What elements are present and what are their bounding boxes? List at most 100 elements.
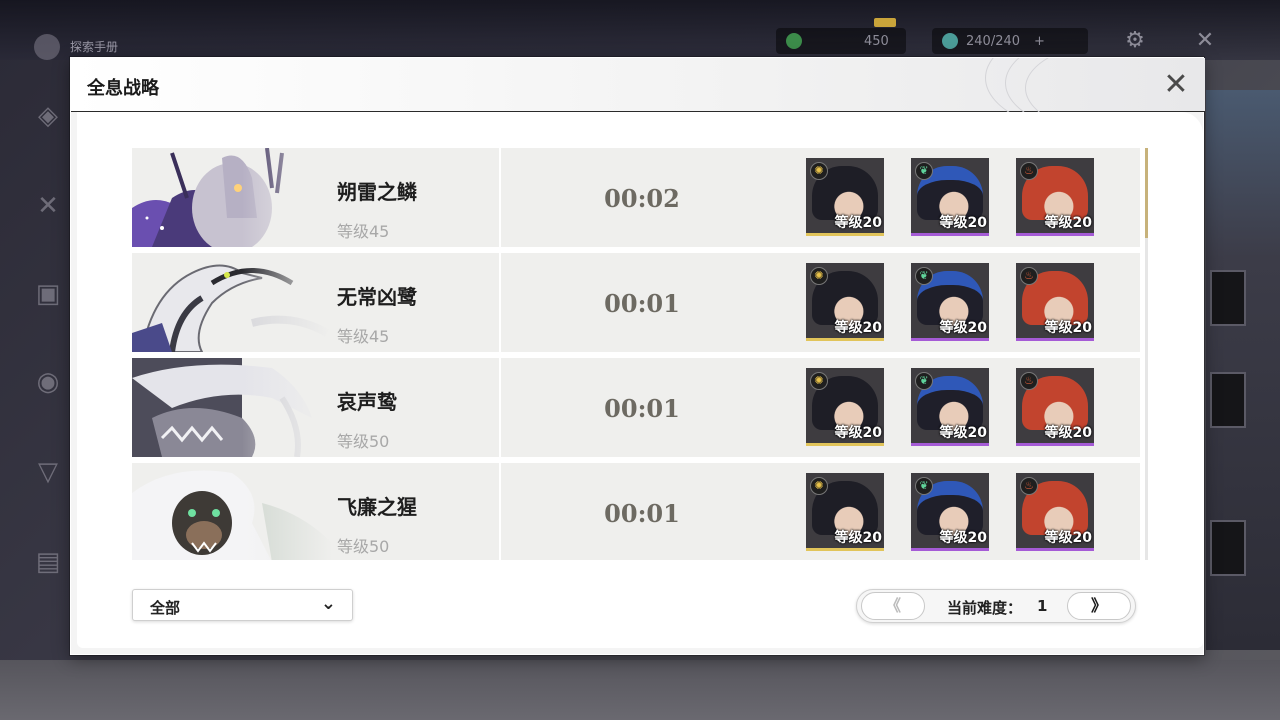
- background-card: [1210, 270, 1246, 326]
- team-member-spectro[interactable]: ✺ 等级20: [806, 473, 884, 551]
- map-icon[interactable]: ◈: [30, 98, 66, 134]
- fusion-element-icon: ♨: [1020, 372, 1038, 390]
- filter-dropdown[interactable]: 全部 ⌄: [132, 589, 353, 621]
- boss-portrait: [132, 358, 332, 457]
- team-member-fusion[interactable]: ♨ 等级20: [1016, 473, 1094, 551]
- settings-icon[interactable]: ⚙: [1122, 28, 1148, 54]
- member-level: 等级20: [939, 425, 987, 441]
- dialog-title: 全息战略: [87, 78, 159, 99]
- boss-name: 哀声鸷: [337, 390, 397, 414]
- chevron-right-icon: 》: [1090, 596, 1107, 615]
- home-label: 探索手册: [70, 40, 119, 54]
- archive-icon[interactable]: ▤: [30, 544, 66, 580]
- boss-level: 等级45: [337, 222, 390, 241]
- previous-difficulty-button[interactable]: 《: [861, 592, 925, 620]
- boss-name: 朔雷之鳞: [337, 180, 417, 204]
- currency-badge: [874, 18, 896, 27]
- member-level: 等级20: [1044, 530, 1092, 546]
- background-top-bar: 探索手册 450 240/240 + ⚙ ✕: [0, 0, 1280, 60]
- member-level: 等级20: [834, 215, 882, 231]
- member-level: 等级20: [1044, 215, 1092, 231]
- boss-name: 无常凶鹭: [337, 285, 417, 309]
- row-divider: [499, 463, 501, 560]
- record-row[interactable]: 飞廉之猩 等级50 00:01 ✺ 等级20 ❦ 等级20 ♨ 等级20: [132, 463, 1140, 560]
- stamina-plus[interactable]: +: [1034, 34, 1045, 49]
- boss-level: 等级50: [337, 537, 390, 556]
- boss-portrait: [132, 148, 332, 247]
- row-divider: [499, 253, 501, 352]
- background-card: [1210, 520, 1246, 576]
- difficulty-label: 当前难度：: [947, 599, 1023, 617]
- close-menu-icon[interactable]: ✕: [1192, 28, 1218, 54]
- spectro-element-icon: ✺: [810, 162, 828, 180]
- record-row[interactable]: 哀声鸷 等级50 00:01 ✺ 等级20 ❦ 等级20 ♨ 等级20: [132, 358, 1140, 457]
- currency-icon: [786, 33, 802, 49]
- team-member-spectro[interactable]: ✺ 等级20: [806, 263, 884, 341]
- combat-icon[interactable]: ✕: [30, 188, 66, 224]
- inventory-icon[interactable]: ▣: [30, 276, 66, 312]
- team-member-fusion[interactable]: ♨ 等级20: [1016, 158, 1094, 236]
- next-difficulty-button[interactable]: 》: [1067, 592, 1131, 620]
- record-list[interactable]: 朔雷之鳞 等级45 00:02 ✺ 等级20 ❦ 等级20 ♨ 等级20 无常凶…: [132, 148, 1140, 560]
- member-level: 等级20: [1044, 320, 1092, 336]
- member-level: 等级20: [939, 320, 987, 336]
- currency-value: 450: [864, 33, 889, 49]
- team-member-fusion[interactable]: ♨ 等级20: [1016, 263, 1094, 341]
- team-member-spectro[interactable]: ✺ 等级20: [806, 368, 884, 446]
- member-level: 等级20: [834, 320, 882, 336]
- record-row[interactable]: 无常凶鹭 等级45 00:01 ✺ 等级20 ❦ 等级20 ♨ 等级20: [132, 253, 1140, 352]
- stamina-icon: [942, 33, 958, 49]
- currency-pill: 450: [776, 28, 906, 54]
- dialog-header: 全息战略 ✕: [71, 58, 1205, 112]
- stamina-value: 240/240: [966, 33, 1021, 49]
- row-divider: [499, 148, 501, 247]
- aero-element-icon: ❦: [915, 372, 933, 390]
- aero-element-icon: ❦: [915, 267, 933, 285]
- difficulty-pager: 《 当前难度： 1 》: [856, 589, 1136, 623]
- stamina-pill: 240/240 +: [932, 28, 1088, 54]
- chevron-down-icon: ⌄: [320, 593, 336, 614]
- aero-element-icon: ❦: [915, 162, 933, 180]
- member-level: 等级20: [834, 425, 882, 441]
- filter-selected-value: 全部: [150, 599, 181, 617]
- row-divider: [499, 358, 501, 457]
- clear-time: 00:01: [604, 289, 680, 318]
- team-member-fusion[interactable]: ♨ 等级20: [1016, 368, 1094, 446]
- team-member-aero[interactable]: ❦ 等级20: [911, 473, 989, 551]
- clear-time: 00:02: [604, 184, 680, 213]
- boss-portrait: [132, 463, 332, 560]
- home-icon[interactable]: [34, 34, 60, 60]
- event-icon[interactable]: ◉: [30, 364, 66, 400]
- chevron-left-icon: 《: [884, 596, 901, 615]
- background-bottom: [0, 660, 1280, 720]
- team-member-aero[interactable]: ❦ 等级20: [911, 158, 989, 236]
- close-button[interactable]: ✕: [1159, 68, 1193, 102]
- fusion-element-icon: ♨: [1020, 267, 1038, 285]
- team-member-aero[interactable]: ❦ 等级20: [911, 263, 989, 341]
- boss-name: 飞廉之猩: [337, 495, 417, 519]
- list-scrollbar-thumb[interactable]: [1145, 148, 1148, 238]
- fusion-element-icon: ♨: [1020, 477, 1038, 495]
- member-level: 等级20: [1044, 425, 1092, 441]
- spectro-element-icon: ✺: [810, 267, 828, 285]
- team-member-aero[interactable]: ❦ 等级20: [911, 368, 989, 446]
- boss-portrait: [132, 253, 332, 352]
- holographic-strategy-dialog: 全息战略 ✕ 朔雷之鳞 等级45 00:02 ✺ 等级20 ❦ 等级20 ♨ 等…: [70, 57, 1205, 655]
- member-level: 等级20: [939, 530, 987, 546]
- clear-time: 00:01: [604, 499, 680, 528]
- aero-element-icon: ❦: [915, 477, 933, 495]
- clear-time: 00:01: [604, 394, 680, 423]
- spectro-element-icon: ✺: [810, 372, 828, 390]
- header-decoration: [945, 58, 1165, 112]
- record-row[interactable]: 朔雷之鳞 等级45 00:02 ✺ 等级20 ❦ 等级20 ♨ 等级20: [132, 148, 1140, 247]
- guild-icon[interactable]: ▽: [30, 454, 66, 490]
- spectro-element-icon: ✺: [810, 477, 828, 495]
- background-card: [1210, 372, 1246, 428]
- fusion-element-icon: ♨: [1020, 162, 1038, 180]
- close-icon: ✕: [1163, 67, 1189, 102]
- boss-level: 等级45: [337, 327, 390, 346]
- member-level: 等级20: [939, 215, 987, 231]
- difficulty-value: 1: [1037, 597, 1048, 615]
- member-level: 等级20: [834, 530, 882, 546]
- team-member-spectro[interactable]: ✺ 等级20: [806, 158, 884, 236]
